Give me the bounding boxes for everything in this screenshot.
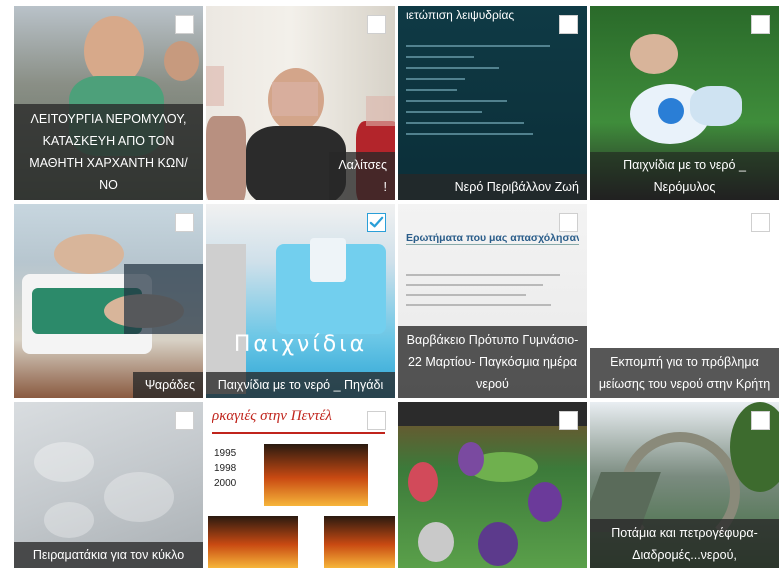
select-checkbox[interactable] [559, 15, 578, 34]
overlay-text: Παιχνίδια [233, 332, 368, 357]
video-tile[interactable]: Ερωτήματα που μας απασχόλησαν Βαρβάκειο … [398, 204, 587, 398]
thumbnail-figure [206, 116, 246, 200]
video-caption: Ποτάμια και πετρογέφυρα- Διαδρομές...νερ… [590, 519, 779, 568]
thumbnail-cup [310, 238, 346, 282]
year-list: 1995 1998 2000 [214, 446, 236, 491]
video-caption: Ψαράδες [133, 372, 203, 398]
video-tile[interactable]: Πειραματάκια για τον κύκλο [14, 402, 203, 568]
thumbnail-figure [528, 482, 562, 522]
video-tile[interactable]: Ποτάμια και πετρογέφυρα- Διαδρομές...νερ… [590, 402, 779, 568]
thumbnail-figure [164, 41, 199, 81]
select-checkbox[interactable] [175, 15, 194, 34]
thumbnail-ice [104, 472, 174, 522]
thumbnail-figure [418, 522, 454, 562]
slide-title: ρκαγιές στην Πεντέλ [212, 408, 332, 424]
video-tile[interactable]: Εκπομπή για το πρόβλημα μείωσης του νερο… [590, 204, 779, 398]
thumbnail-figure [458, 442, 484, 476]
slide-divider [212, 432, 385, 434]
select-checkbox[interactable] [751, 213, 770, 232]
video-tile[interactable]: ιετώπιση λειψυδρίας Νερό Περιβάλλον Ζωή [398, 6, 587, 200]
fire-photo [208, 516, 298, 568]
year-label: 2000 [214, 478, 237, 489]
select-checkbox[interactable] [559, 411, 578, 430]
video-tile[interactable]: Παιχνίδια με το νερό _ Νερόμυλος [590, 6, 779, 200]
video-caption: Νερό Περιβάλλον Ζωή [398, 174, 587, 200]
thumbnail-ice [44, 502, 94, 538]
video-caption: Παιχνίδια με το νερό _ Πηγάδι [206, 372, 395, 398]
select-checkbox[interactable] [175, 411, 194, 430]
thumbnail-ice [34, 442, 94, 482]
blurred-face [272, 82, 318, 116]
thumbnail-hand [54, 234, 124, 274]
video-caption: Εκπομπή για το πρόβλημα μείωσης του νερο… [590, 348, 779, 398]
video-thumbnail: ιετώπιση λειψυδρίας [398, 6, 587, 200]
thumbnail-sleeve [124, 264, 203, 334]
fire-photo [264, 444, 368, 506]
select-checkbox[interactable] [751, 411, 770, 430]
year-label: 1998 [214, 463, 237, 474]
video-caption: Βαρβάκειο Πρότυπο Γυμνάσιο- 22 Μαρτίου- … [398, 326, 587, 398]
checkmark-icon [369, 216, 384, 228]
video-caption: Πειραματάκια για τον κύκλο [14, 542, 203, 568]
video-grid: ΛΕΙΤΟΥΡΓΙΑ ΝΕΡΟΜΥΛΟΥ, ΚΑΤΑΣΚΕΥΗ ΑΠΟ ΤΟΝ … [14, 6, 779, 568]
thumbnail-bottle [690, 86, 742, 126]
video-tile[interactable]: Ψαράδες [14, 204, 203, 398]
select-checkbox[interactable] [559, 213, 578, 232]
slide-text-lines [406, 36, 575, 144]
thumbnail-plate [658, 98, 684, 124]
year-label: 1995 [214, 448, 237, 459]
thumbnail-figure [408, 462, 438, 502]
slide-title: ιετώπιση λειψυδρίας [406, 8, 515, 22]
select-checkbox[interactable] [175, 213, 194, 232]
video-tile[interactable]: Παιχνίδια Παιχνίδια με το νερό _ Πηγάδι [206, 204, 395, 398]
video-tile[interactable]: ρκαγιές στην Πεντέλ 1995 1998 2000 [206, 402, 395, 568]
slide-text-lines [406, 266, 577, 314]
thumbnail-figure [478, 522, 518, 566]
video-tile[interactable]: Λαλίτσες ! [206, 6, 395, 200]
slide-title: Ερωτήματα που μας απασχόλησαν [406, 232, 579, 245]
video-thumbnail [14, 204, 203, 398]
video-caption: Παιχνίδια με το νερό _ Νερόμυλος [590, 152, 779, 200]
blurred-face [366, 96, 395, 126]
video-caption: ΛΕΙΤΟΥΡΓΙΑ ΝΕΡΟΜΥΛΟΥ, ΚΑΤΑΣΚΕΥΗ ΑΠΟ ΤΟΝ … [14, 104, 203, 200]
blurred-face [206, 66, 224, 106]
select-checkbox[interactable] [367, 411, 386, 430]
select-checkbox-checked[interactable] [367, 213, 386, 232]
fire-photo [324, 516, 395, 568]
video-caption: Λαλίτσες ! [329, 152, 395, 200]
video-tile[interactable] [398, 402, 587, 568]
video-thumbnail: Παιχνίδια [206, 204, 395, 398]
thumbnail-hand [630, 34, 678, 74]
select-checkbox[interactable] [367, 15, 386, 34]
select-checkbox[interactable] [751, 15, 770, 34]
video-tile[interactable]: ΛΕΙΤΟΥΡΓΙΑ ΝΕΡΟΜΥΛΟΥ, ΚΑΤΑΣΚΕΥΗ ΑΠΟ ΤΟΝ … [14, 6, 203, 200]
